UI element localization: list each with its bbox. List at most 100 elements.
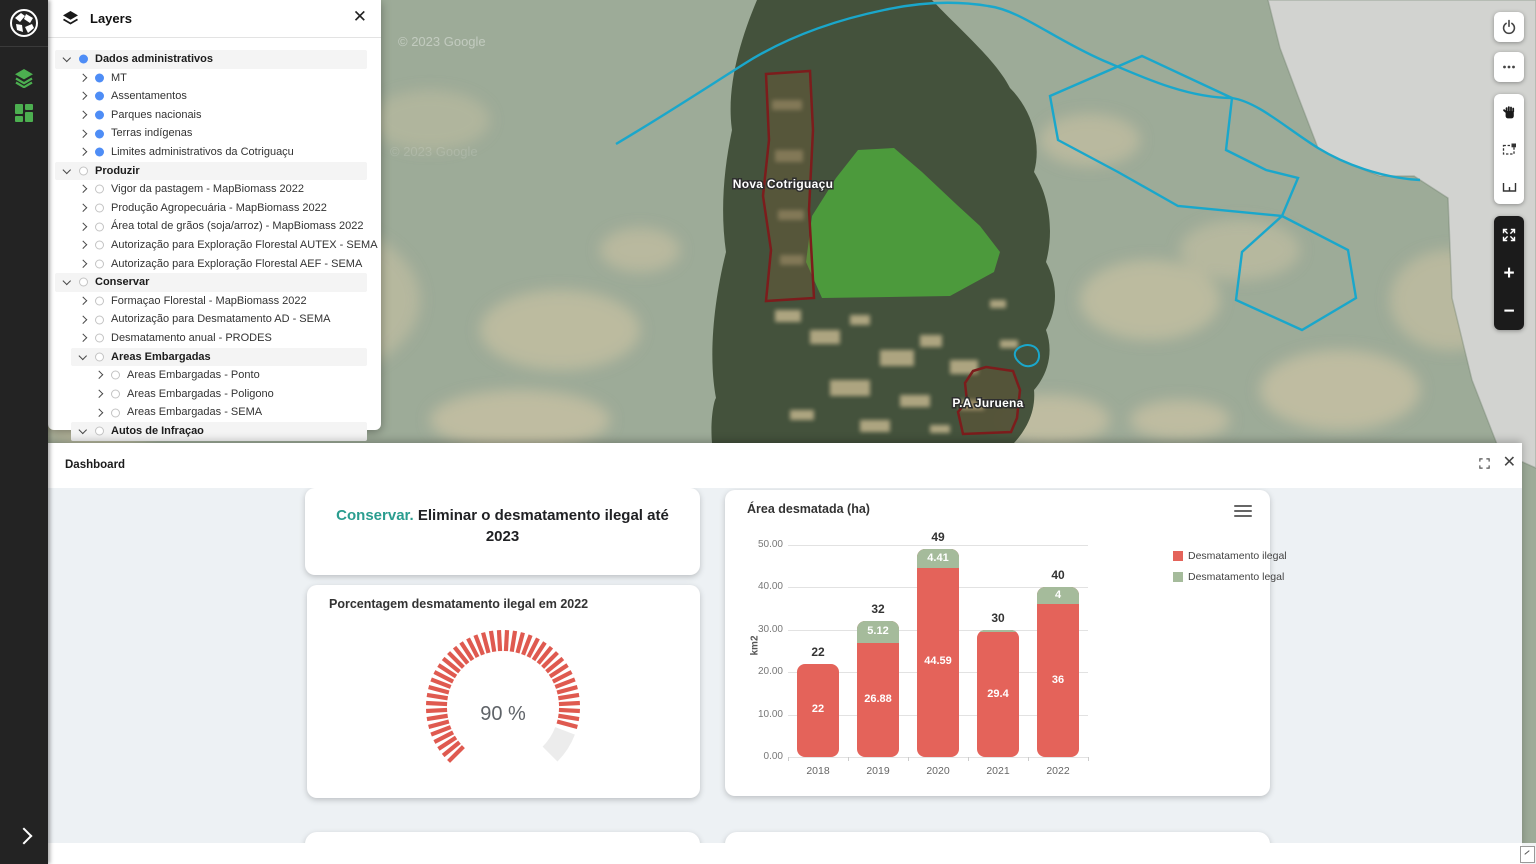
chart-menu-icon[interactable] <box>1234 502 1252 516</box>
layer-row[interactable]: Vigor da pastagem - MapBiomass 2022 <box>48 180 381 199</box>
chevron-right-icon[interactable] <box>79 316 87 324</box>
layer-visibility-toggle[interactable] <box>111 390 120 399</box>
segment-ilegal-label: 29.4 <box>977 688 1019 700</box>
legend-item[interactable]: Desmatamento ilegal <box>1173 550 1287 562</box>
dashboard-header: Dashboard ✕ <box>48 443 1522 489</box>
layer-visibility-toggle[interactable] <box>79 278 88 287</box>
layer-row[interactable]: Formaçao Florestal - MapBiomass 2022 <box>48 292 381 311</box>
zoom-in-button[interactable]: + <box>1494 254 1524 292</box>
gauge-tick <box>506 630 507 651</box>
gauge-tick <box>427 716 448 719</box>
chevron-right-icon[interactable] <box>95 409 103 417</box>
chevron-right-icon[interactable] <box>79 204 87 212</box>
layer-row[interactable]: Conservar <box>48 273 381 292</box>
goal-statement: Eliminar o desmatamento ilegal até 2023 <box>414 507 669 545</box>
chevron-right-icon[interactable] <box>79 111 87 119</box>
segment-ilegal-label: 36 <box>1037 674 1079 686</box>
chevron-right-icon[interactable] <box>79 92 87 100</box>
chevron-right-icon[interactable] <box>79 130 87 138</box>
chevron-right-icon[interactable] <box>79 74 87 82</box>
zoom-out-button[interactable]: − <box>1494 292 1524 330</box>
layer-row[interactable]: Dados administrativos <box>48 50 381 69</box>
layer-visibility-toggle[interactable] <box>79 166 88 175</box>
layer-visibility-toggle[interactable] <box>95 92 104 101</box>
close-icon[interactable]: ✕ <box>1497 450 1522 474</box>
pan-hand-icon[interactable] <box>1494 94 1524 131</box>
y-axis-tick: 10.00 <box>733 709 783 720</box>
layer-visibility-toggle[interactable] <box>95 129 104 138</box>
chevron-right-icon[interactable] <box>79 334 87 342</box>
gauge-tick <box>512 631 515 652</box>
layer-label: Areas Embargadas - Ponto <box>127 366 260 385</box>
layer-visibility-toggle[interactable] <box>111 371 120 380</box>
layer-row[interactable]: Desmatamento anual - PRODES <box>48 329 381 348</box>
layer-visibility-toggle[interactable] <box>95 315 104 324</box>
x-axis-tickmark <box>968 757 969 761</box>
bar-2018[interactable]: 22 <box>797 664 839 757</box>
legend-item[interactable]: Desmatamento legal <box>1173 571 1287 583</box>
chevron-right-icon[interactable] <box>95 390 103 398</box>
layer-row[interactable]: Produção Agropecuária - MapBiomass 2022 <box>48 199 381 218</box>
dashboard-icon[interactable] <box>14 103 34 123</box>
layer-visibility-toggle[interactable] <box>111 408 120 417</box>
bar-2022[interactable]: 436 <box>1037 587 1079 757</box>
layer-row[interactable]: Autorização para Desmatamento AD - SEMA <box>48 310 381 329</box>
map-more-button[interactable] <box>1494 52 1524 82</box>
gauge-tick <box>427 695 448 698</box>
layer-visibility-toggle[interactable] <box>95 297 104 306</box>
close-icon[interactable]: ✕ <box>349 5 371 29</box>
layer-row[interactable]: Assentamentos <box>48 87 381 106</box>
layer-visibility-toggle[interactable] <box>95 241 104 250</box>
layer-visibility-toggle[interactable] <box>95 222 104 231</box>
chevron-right-icon[interactable] <box>79 241 87 249</box>
chevron-right-icon[interactable] <box>79 260 87 268</box>
layer-visibility-toggle[interactable] <box>79 55 88 64</box>
chevron-right-icon[interactable] <box>95 371 103 379</box>
layer-visibility-toggle[interactable] <box>95 204 104 213</box>
chevron-right-icon[interactable] <box>79 148 87 156</box>
layer-row[interactable]: Areas Embargadas <box>48 348 381 367</box>
layer-label: Areas Embargadas - SEMA <box>127 403 262 422</box>
map-power-button[interactable] <box>1494 12 1524 42</box>
bar-2019[interactable]: 5.1226.88 <box>857 621 899 757</box>
legend-swatch <box>1173 551 1183 561</box>
select-area-icon[interactable] <box>1494 131 1524 168</box>
layer-row[interactable]: Terras indígenas <box>48 124 381 143</box>
app-logo[interactable] <box>8 7 40 44</box>
layers-icon[interactable] <box>14 68 34 88</box>
layer-visibility-toggle[interactable] <box>95 352 104 361</box>
chevron-right-icon[interactable] <box>79 223 87 231</box>
layer-row[interactable]: Autorização para Exploração Florestal AU… <box>48 236 381 255</box>
layer-visibility-toggle[interactable] <box>95 427 104 436</box>
layer-visibility-toggle[interactable] <box>95 111 104 120</box>
measure-icon[interactable] <box>1494 168 1524 204</box>
layer-row[interactable]: Produzir <box>48 162 381 181</box>
layer-row[interactable]: Área total de grãos (soja/arroz) - MapBi… <box>48 217 381 236</box>
layer-row[interactable]: Limites administrativos da Cotriguaçu <box>48 143 381 162</box>
layer-row[interactable]: MT <box>48 69 381 88</box>
layer-row[interactable]: Areas Embargadas - SEMA <box>48 403 381 422</box>
layer-visibility-toggle[interactable] <box>95 259 104 268</box>
gauge-tick <box>426 710 447 711</box>
bar-2020[interactable]: 4.4144.59 <box>917 549 959 757</box>
bar-2021[interactable]: 29.4 <box>977 630 1019 757</box>
scrollbar-corner[interactable] <box>1520 846 1535 863</box>
layer-row[interactable]: Areas Embargadas - Poligono <box>48 385 381 404</box>
layer-visibility-toggle[interactable] <box>95 185 104 194</box>
layer-row[interactable]: Areas Embargadas - Ponto <box>48 366 381 385</box>
layer-visibility-toggle[interactable] <box>95 148 104 157</box>
fullscreen-icon[interactable] <box>1494 216 1524 254</box>
layer-row[interactable]: Parques nacionais <box>48 106 381 125</box>
layer-visibility-toggle[interactable] <box>95 334 104 343</box>
layer-row[interactable]: Autorização para Exploração Florestal AE… <box>48 255 381 274</box>
expand-chevron-icon[interactable] <box>16 828 33 845</box>
map-label-nova-cotriguacu: Nova Cotriguaçu <box>733 177 834 191</box>
layer-row[interactable]: Autos de Infraçao <box>48 422 381 441</box>
dashboard-title: Dashboard <box>65 459 125 471</box>
fullscreen-icon[interactable] <box>1472 451 1496 475</box>
chevron-right-icon[interactable] <box>79 297 87 305</box>
chevron-right-icon[interactable] <box>79 185 87 193</box>
gauge-chart[interactable]: 90 % <box>307 585 700 798</box>
layer-visibility-toggle[interactable] <box>95 73 104 82</box>
gauge-tick <box>429 721 449 726</box>
